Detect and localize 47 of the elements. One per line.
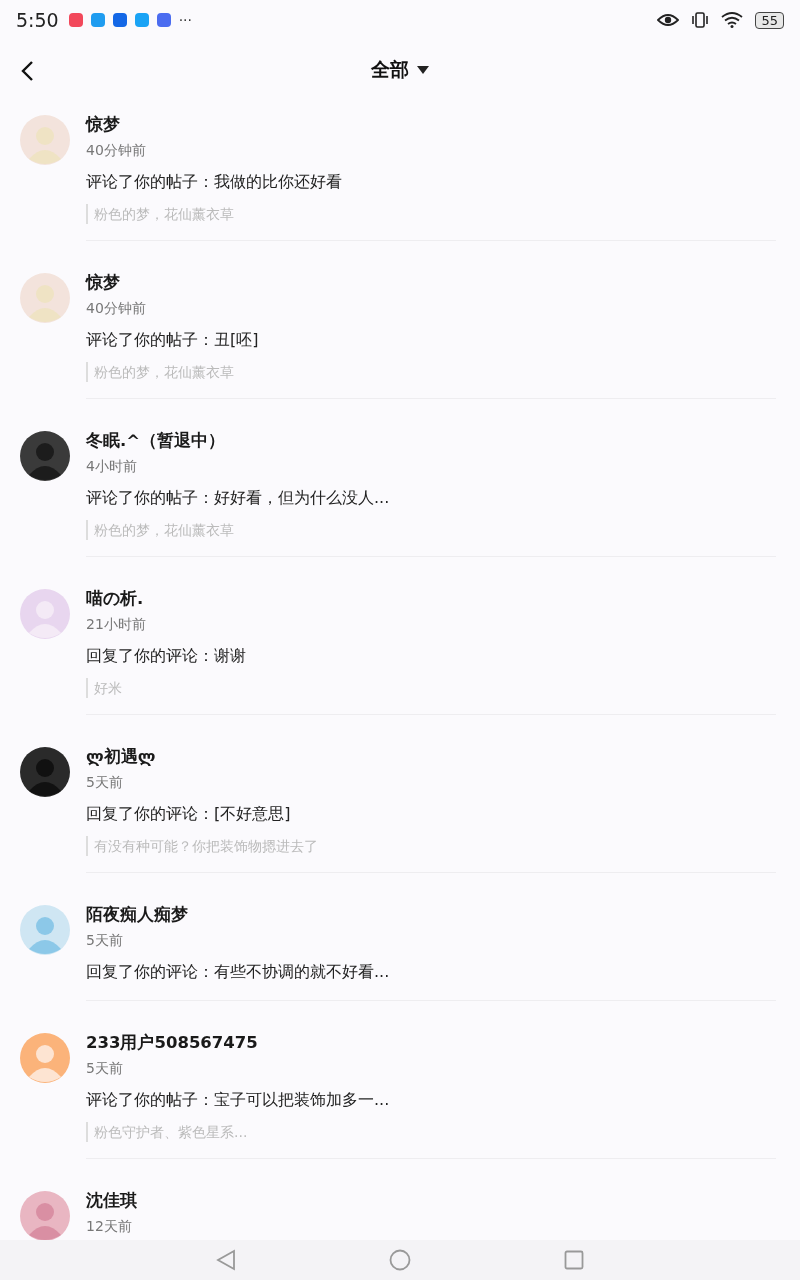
user-name[interactable]: 陌夜痴人痴梦 — [86, 904, 776, 926]
notification-icon — [112, 13, 127, 27]
notification-icon — [134, 13, 149, 27]
status-time: 5:50 — [16, 9, 59, 31]
quoted-text: 粉色守护者、紫色星系... — [86, 1122, 776, 1142]
quoted-text: 好米 — [86, 678, 776, 698]
caret-icon — [417, 66, 429, 74]
timestamp: 40分钟前 — [86, 299, 147, 318]
quoted-text: 粉色的梦，花仙薰衣草 — [86, 362, 776, 382]
eye-icon — [657, 13, 680, 27]
battery-indicator: 55 — [755, 11, 784, 29]
user-name[interactable]: 惊梦 — [86, 114, 776, 136]
user-name[interactable]: 冬眠.^（暂退中） — [86, 430, 776, 452]
timestamp: 5天前 — [86, 773, 124, 792]
timestamp: 5天前 — [86, 931, 124, 950]
comment-text[interactable]: 回复了你的评论：谢谢 — [86, 644, 776, 668]
comment-text[interactable]: 回复了你的评论：[不好意思] — [86, 802, 776, 826]
comment-text[interactable]: 回复了你的评论：有些不协调的就不好看... — [86, 960, 776, 984]
timestamp: 4小时前 — [86, 457, 138, 476]
notification-icon — [68, 13, 83, 27]
quoted-text: 粉色的梦，花仙薰衣草 — [86, 520, 776, 540]
user-name[interactable]: 惊梦 — [86, 272, 776, 294]
user-name[interactable]: ლ初遇ლ — [86, 746, 776, 768]
timestamp: 21小时前 — [86, 615, 147, 634]
avatar-icon[interactable] — [20, 431, 70, 481]
vibrate-icon — [691, 12, 710, 28]
home-icon[interactable] — [389, 1249, 411, 1271]
comment-text[interactable]: 评论了你的帖子：宝子可以把装饰加多一... — [86, 1088, 776, 1112]
quoted-text: 粉色的梦，花仙薰衣草 — [86, 204, 776, 224]
user-name[interactable]: 233用户508567475 — [86, 1032, 776, 1054]
recents-icon[interactable] — [564, 1250, 584, 1270]
back-nav-icon[interactable] — [216, 1249, 236, 1271]
comment-text[interactable]: 评论了你的帖子：我做的比你还好看 — [86, 170, 776, 194]
timestamp: 12天前 — [86, 1217, 133, 1236]
user-name[interactable]: 喵の析. — [86, 588, 776, 610]
wifi-icon — [721, 12, 744, 28]
notification-icon — [90, 13, 105, 27]
avatar-icon[interactable] — [20, 747, 70, 797]
more-notifications: ··· — [178, 12, 193, 28]
timestamp: 5天前 — [86, 1059, 124, 1078]
comment-text[interactable]: 评论了你的帖子：好好看，但为什么没人... — [86, 486, 776, 510]
user-name[interactable]: 沈佳琪 — [86, 1190, 776, 1212]
filter-dropdown[interactable]: 全部 — [367, 53, 433, 87]
notification-icon — [156, 13, 171, 27]
timestamp: 40分钟前 — [86, 141, 147, 160]
quoted-text: 有没有种可能？你把装饰物摁进去了 — [86, 836, 776, 856]
comment-text[interactable]: 评论了你的帖子：丑[呸] — [86, 328, 776, 352]
